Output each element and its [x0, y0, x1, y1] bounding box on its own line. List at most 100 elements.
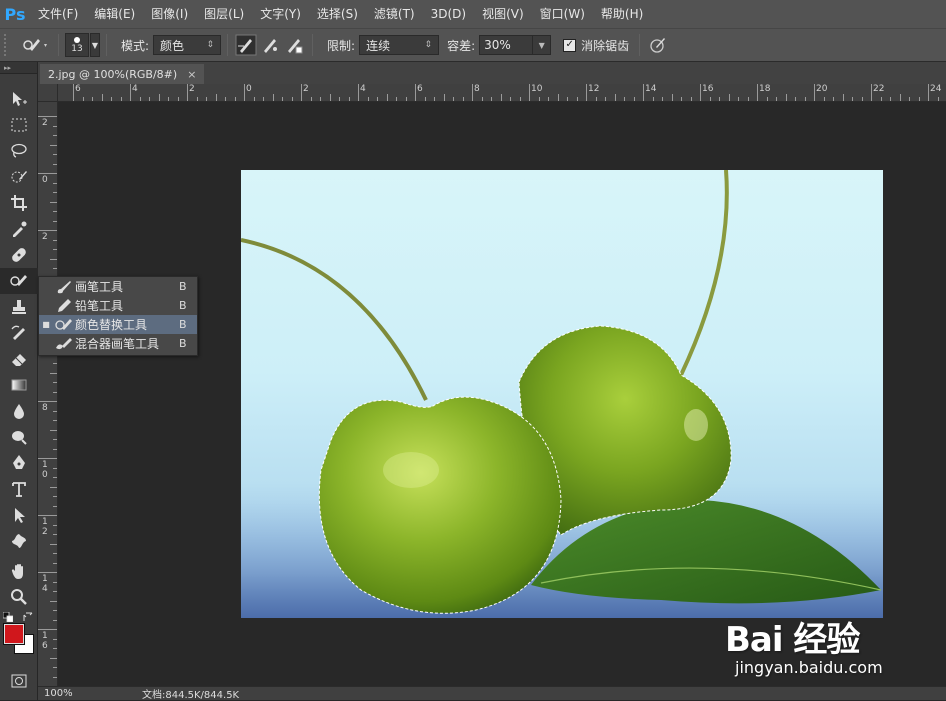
pen-tool[interactable] — [0, 450, 38, 476]
horizontal-ruler[interactable]: 6 4 2 0 2 4 6 8 10 12 14 16 18 20 22 24 — [58, 84, 946, 102]
ruler-minor-tick — [595, 97, 597, 101]
menu-view[interactable]: 视图(V) — [474, 0, 532, 28]
ruler-tick-label: 8 — [474, 84, 480, 94]
brush-size-preview[interactable]: 13 — [65, 33, 89, 57]
ruler-minor-tick — [861, 97, 863, 101]
ruler-minor-tick — [367, 97, 369, 101]
document-image[interactable] — [241, 170, 883, 618]
separator — [227, 34, 229, 56]
eraser-tool[interactable] — [0, 346, 38, 372]
menu-filter[interactable]: 滤镜(T) — [366, 0, 423, 28]
default-colors-icon[interactable] — [3, 612, 13, 622]
ruler-minor-tick — [396, 97, 397, 101]
ruler-minor-tick — [53, 382, 57, 383]
ruler-tick-label: 24 — [930, 84, 942, 94]
ruler-tick-label: 18 — [759, 84, 771, 94]
ruler-tick-label: 2 — [42, 118, 48, 128]
menu-file[interactable]: 文件(F) — [30, 0, 86, 28]
ruler-minor-tick — [453, 97, 454, 101]
ruler-minor-tick — [339, 97, 340, 101]
zoom-tool[interactable] — [0, 584, 38, 610]
healing-brush-tool[interactable] — [0, 242, 38, 268]
tolerance-input[interactable]: 30% — [479, 35, 534, 55]
type-tool[interactable] — [0, 476, 38, 502]
history-brush-tool[interactable] — [0, 320, 38, 346]
antialias-checkbox[interactable]: ✓ — [563, 38, 577, 52]
ruler-minor-tick — [111, 97, 112, 101]
zoom-level[interactable]: 100% — [38, 688, 82, 699]
flyout-item-mixer-brush[interactable]: 混合器画笔工具 B — [39, 334, 197, 353]
dodge-tool[interactable] — [0, 424, 38, 450]
ruler-tick — [38, 458, 57, 459]
color-replacement-icon — [53, 315, 75, 334]
sampling-background-button[interactable] — [282, 33, 306, 57]
ruler-minor-tick — [462, 97, 464, 101]
menu-image[interactable]: 图像(I) — [143, 0, 196, 28]
menu-bar: Ps 文件(F) 编辑(E) 图像(I) 图层(L) 文字(Y) 选择(S) 滤… — [0, 0, 946, 28]
ruler-minor-tick — [53, 467, 57, 469]
ruler-tick — [38, 230, 57, 231]
sampling-continuous-button[interactable] — [234, 33, 258, 57]
document-size-info[interactable]: 文档:844.5K/844.5K — [142, 686, 239, 701]
menu-3d[interactable]: 3D(D) — [423, 0, 474, 28]
flyout-label: 混合器画笔工具 — [75, 337, 160, 351]
flyout-item-color-replacement[interactable]: ■ 颜色替换工具 B — [39, 315, 197, 334]
path-selection-tool[interactable] — [0, 502, 38, 528]
ruler-minor-tick — [557, 94, 559, 101]
move-tool[interactable] — [0, 86, 38, 112]
ruler-minor-tick — [519, 97, 521, 101]
clone-stamp-tool[interactable] — [0, 294, 38, 320]
ruler-tick-label: 2 — [189, 84, 195, 94]
pencil-icon — [53, 296, 75, 315]
ruler-minor-tick — [50, 372, 57, 374]
ruler-tick-label: 0 — [42, 175, 48, 185]
ruler-minor-tick — [168, 97, 169, 101]
flyout-shortcut: B — [179, 299, 187, 312]
ruler-tick-label: 2 — [303, 84, 309, 94]
quick-mask-tool[interactable] — [0, 668, 38, 694]
tool-preset-picker[interactable] — [18, 33, 52, 57]
ruler-tick-label: 1 2 — [42, 517, 48, 537]
menu-layer[interactable]: 图层(L) — [196, 0, 252, 28]
menu-edit[interactable]: 编辑(E) — [86, 0, 143, 28]
brush-dot-icon — [74, 36, 80, 43]
tolerance-slider-arrow[interactable]: ▼ — [533, 35, 552, 55]
gradient-tool[interactable] — [0, 372, 38, 398]
quick-selection-tool[interactable] — [0, 164, 38, 190]
vertical-ruler[interactable]: 2024681 01 21 41 6 — [38, 102, 58, 686]
lasso-tool[interactable] — [0, 138, 38, 164]
menu-help[interactable]: 帮助(H) — [593, 0, 651, 28]
brush-tool-group[interactable] — [0, 268, 38, 294]
options-grip[interactable] — [4, 34, 10, 56]
flyout-item-pencil[interactable]: 铅笔工具 B — [39, 296, 197, 315]
watermark-logo: Bai 经验 — [725, 620, 860, 660]
ruler-minor-tick — [633, 97, 635, 101]
mode-select[interactable]: 颜色 ⇕ — [153, 35, 222, 55]
limit-select[interactable]: 连续 ⇕ — [359, 35, 440, 55]
menu-type[interactable]: 文字(Y) — [252, 0, 309, 28]
brush-picker-arrow[interactable]: ▼ — [90, 33, 100, 57]
marquee-tool[interactable] — [0, 112, 38, 138]
menu-select[interactable]: 选择(S) — [309, 0, 366, 28]
ruler-minor-tick — [263, 97, 264, 101]
sampling-once-button[interactable] — [258, 33, 282, 57]
swap-colors-icon[interactable] — [23, 612, 33, 622]
ruler-minor-tick — [196, 97, 198, 101]
ruler-tick — [244, 84, 245, 101]
tolerance-label: 容差: — [447, 38, 476, 53]
hand-tool[interactable] — [0, 558, 38, 584]
foreground-color-swatch[interactable] — [4, 624, 24, 644]
blur-tool[interactable] — [0, 398, 38, 424]
custom-shape-tool[interactable] — [0, 528, 38, 554]
crop-tool[interactable] — [0, 190, 38, 216]
panel-collapse-icon[interactable]: ▸▸ — [0, 62, 37, 74]
pressure-size-button[interactable] — [646, 33, 670, 57]
close-icon[interactable]: × — [187, 68, 196, 81]
eyedropper-tool[interactable] — [0, 216, 38, 242]
ruler-minor-tick — [567, 97, 568, 101]
photoshop-logo: Ps — [4, 4, 26, 24]
color-replacement-icon — [10, 275, 27, 286]
menu-window[interactable]: 窗口(W) — [532, 0, 593, 28]
document-tab[interactable]: 2.jpg @ 100%(RGB/8#) × — [40, 64, 205, 84]
flyout-item-brush[interactable]: 画笔工具 B — [39, 277, 197, 296]
